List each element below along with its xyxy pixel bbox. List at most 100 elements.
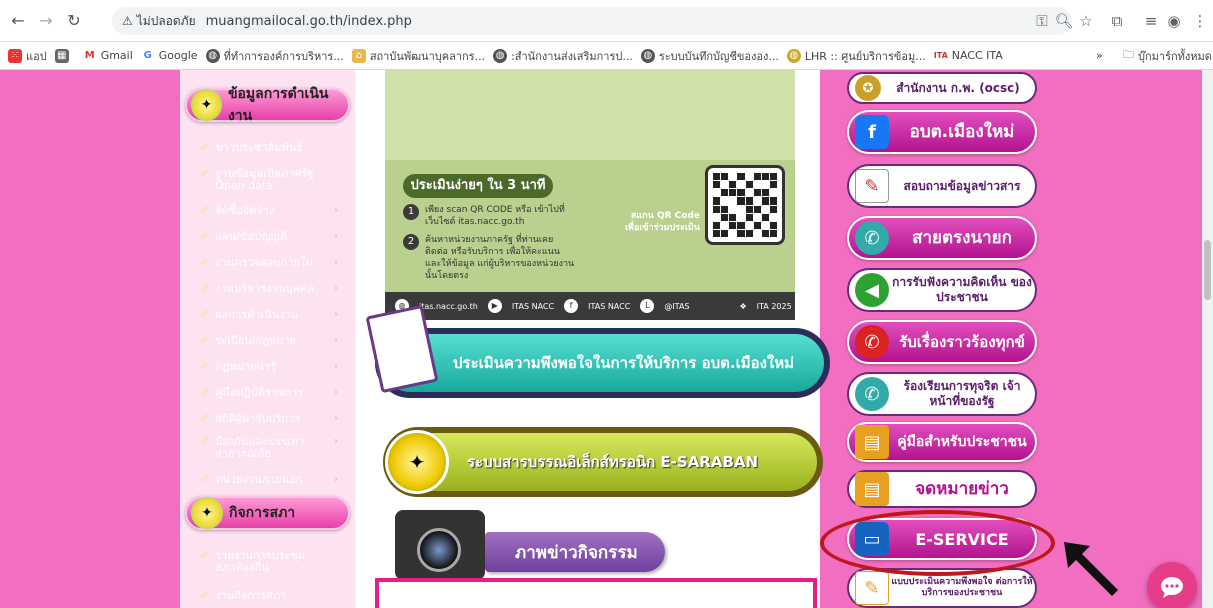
- google-icon: G: [140, 48, 155, 63]
- banner-footer: ◍ itas.nacc.go.th ▶ ITAS NACC f ITAS NACC L…: [385, 292, 795, 320]
- nacc-icon: ITA: [933, 48, 948, 63]
- menu-item[interactable]: ✐ งานตรวจสอบภายใน ›: [200, 257, 350, 269]
- bookmark-apps[interactable]: ⁙ แอป: [8, 47, 47, 65]
- bookmark-item[interactable]: ITA NACC ITA: [933, 48, 1003, 63]
- news-activities-title[interactable]: ภาพข่าวกิจกรรม: [485, 532, 665, 572]
- browser-toolbar: ← → ↻ ⚠ ไม่ปลอดภัย muangmailocal.go.th/in…: [0, 0, 1213, 42]
- hotline-link[interactable]: ✆ สายตรงนายก: [847, 216, 1037, 260]
- citizen-manual-link[interactable]: ▤ คู่มือสำหรับประชาชน: [847, 422, 1037, 462]
- bookmark-google[interactable]: G Google: [140, 48, 198, 63]
- scan-text: สแกน QR Code เพื่อเข้าร่วมประเมิน: [624, 211, 700, 233]
- news-frame: [375, 578, 817, 608]
- pin-icon: ✐: [200, 334, 210, 347]
- ocsc-link[interactable]: ✪ สำนักงาน ก.พ. (ocsc): [847, 72, 1037, 104]
- chevron-right-icon: ›: [334, 205, 338, 216]
- bulb-icon: ✦: [191, 89, 222, 121]
- phone-icon: ✆: [855, 221, 889, 255]
- document-icon: ✎: [855, 169, 889, 203]
- menu-item[interactable]: ✐ ฐานข้อมูลเปิดภาครัฐ Open data: [200, 168, 350, 192]
- chat-button[interactable]: [1147, 562, 1197, 608]
- phone-icon: ✆: [855, 325, 889, 359]
- menu-item[interactable]: ✐ แผน/ข้อบัญญัติ ›: [200, 231, 350, 243]
- corruption-report-link[interactable]: ✆ ร้องเรียนการทุจริต เจ้าหน้าที่ของรัฐ: [847, 372, 1037, 416]
- ita-banner[interactable]: ประเมินง่ายๆ ใน 3 นาที 1 เพียง scan QR CO…: [385, 70, 795, 320]
- profile-icon[interactable]: ◉: [1162, 9, 1186, 33]
- bookmarks-overflow[interactable]: »: [1096, 49, 1103, 62]
- scrollbar[interactable]: [1202, 70, 1213, 608]
- main-content: ประเมินง่ายๆ ใน 3 นาที 1 เพียง scan QR CO…: [355, 70, 830, 608]
- menu-item[interactable]: ✐ งานกิจการสภา: [200, 590, 350, 602]
- section-operations[interactable]: ✦ ข้อมูลการดำเนินงาน: [185, 86, 350, 124]
- line-icon: L: [640, 299, 655, 313]
- key-icon[interactable]: ⚿: [1030, 9, 1054, 33]
- youtube-icon: ▶: [487, 299, 502, 313]
- reload-icon[interactable]: ↻: [62, 9, 86, 33]
- address-bar[interactable]: ⚠ ไม่ปลอดภัย muangmailocal.go.th/index.ph…: [112, 7, 1072, 35]
- scrollbar-thumb[interactable]: [1204, 240, 1211, 300]
- pointer-arrow-icon: [1064, 542, 1118, 596]
- complaint-link[interactable]: ✆ รับเรื่องราวร้องทุกข์: [847, 320, 1037, 364]
- pin-icon: ✐: [200, 167, 210, 180]
- pin-icon: ✐: [200, 549, 210, 562]
- bulb-badge-icon: ✦: [385, 430, 449, 494]
- pin-icon: ✐: [200, 256, 210, 269]
- bookmark-grid[interactable]: ▦: [54, 48, 69, 63]
- pin-icon: ✐: [200, 141, 210, 154]
- phone-icon: ✆: [855, 377, 889, 411]
- newsletter-link[interactable]: ▤ จดหมายข่าว: [847, 470, 1037, 508]
- bookmark-gmail[interactable]: M Gmail: [82, 48, 133, 63]
- zoom-icon[interactable]: 🔍︎: [1052, 9, 1076, 33]
- inquiry-link[interactable]: ✎ สอบถามข้อมูลข่าวสาร: [847, 164, 1037, 208]
- opinion-link[interactable]: ◀ การรับฟังความคิดเห็น ของประชาชน: [847, 268, 1037, 312]
- menu-item[interactable]: ✐ ป้องกันและบรรเทา สาธารณภัย ›: [200, 436, 350, 460]
- menu-item[interactable]: ✐ รายงานการประชุม สภาท้องถิ่น: [200, 550, 350, 574]
- pin-icon: ✐: [200, 386, 210, 399]
- menu-item[interactable]: ✐ สถิติผู้มารับบริการ ›: [200, 413, 350, 425]
- menu-item[interactable]: ✐ กฎหมายน่ารู้ ›: [200, 361, 350, 373]
- security-warning[interactable]: ⚠ ไม่ปลอดภัย: [122, 12, 196, 31]
- qr-code: [705, 165, 785, 245]
- bookmark-item[interactable]: ◍ LHR :: ศูนย์บริการข้อมู...: [786, 47, 926, 65]
- menu-item[interactable]: ✐ หน่วยงานภายนอก ›: [200, 474, 350, 486]
- ocsc-logo-icon: ✪: [855, 75, 881, 101]
- gmail-icon: M: [82, 48, 97, 63]
- warning-icon: ⚠: [122, 14, 133, 28]
- camera-icon: [395, 510, 485, 580]
- bookmark-item[interactable]: ◍ ที่ทำการองค์การบริหาร...: [205, 47, 344, 65]
- books-icon: ▤: [855, 425, 889, 459]
- pin-icon: ✐: [200, 473, 210, 486]
- bookmark-item[interactable]: ⌂ สถาบันพัฒนาบุคลากร...: [351, 47, 485, 65]
- menu-item[interactable]: ✐ ระเบียบ/กฎหมาย ›: [200, 335, 350, 347]
- chevron-right-icon: ›: [334, 283, 338, 294]
- facebook-link[interactable]: f อบต.เมืองใหม่: [847, 110, 1037, 154]
- forward-icon[interactable]: →: [34, 9, 58, 33]
- section-council[interactable]: ✦ กิจการสภา: [185, 496, 350, 530]
- globe-icon: ◍: [493, 48, 508, 63]
- chevron-right-icon: ›: [334, 387, 338, 398]
- chat-bubble-icon: [1161, 577, 1183, 598]
- apps-icon: ⁙: [8, 48, 22, 63]
- pin-icon: ✐: [200, 412, 210, 425]
- extensions-icon[interactable]: ⧉: [1105, 9, 1129, 33]
- menu-icon[interactable]: ⋮: [1188, 9, 1212, 33]
- menu-item[interactable]: ✐ งานบริหารงานบุคคล ›: [200, 283, 350, 295]
- menu-item[interactable]: ✐ จัดซื้อจัดจ้าง ›: [200, 205, 350, 217]
- menu-item[interactable]: ✐ คู่มือปฏิบัติราชการ ›: [200, 387, 350, 399]
- books-icon: ▤: [855, 472, 889, 506]
- globe-icon: ◍: [205, 48, 220, 63]
- chevron-right-icon: ›: [334, 257, 338, 268]
- bookmark-star-icon[interactable]: ☆: [1074, 9, 1098, 33]
- menu-item[interactable]: ✐ ผลการดำเนินงาน ›: [200, 309, 350, 321]
- bookmark-item[interactable]: ◍:สำนักงานส่งเสริมการป...: [493, 47, 633, 65]
- chevron-right-icon: ›: [334, 436, 338, 447]
- bookmark-item[interactable]: ◍ ระบบบันทึกบัญชีขององ...: [640, 47, 779, 65]
- all-bookmarks[interactable]: 🗀 บุ๊กมาร์กทั้งหมด: [1123, 46, 1212, 65]
- menu-item[interactable]: ✐ ข่าวประชาสัมพันธ์: [200, 142, 350, 154]
- back-icon[interactable]: ←: [6, 9, 30, 33]
- chevron-right-icon: ›: [334, 309, 338, 320]
- step-2: 2 ค้นหาหน่วยงานภาครัฐ ที่ท่านเคยติดต่อ หร…: [403, 234, 575, 282]
- media-icon[interactable]: ≡: [1139, 9, 1163, 33]
- pin-icon: ✐: [200, 360, 210, 373]
- satisfaction-survey-button[interactable]: ประเมินความพึงพอใจในการให้บริการ อบต.เมื…: [375, 328, 830, 398]
- e-saraban-button[interactable]: ระบบสารบรรณอิเล็กส์ทรอนิก E-SARABAN: [383, 427, 823, 497]
